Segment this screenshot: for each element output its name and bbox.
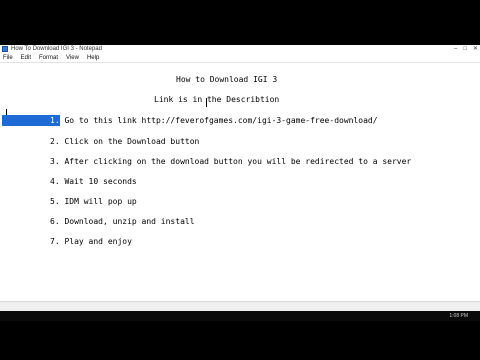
menu-bar: File Edit Format View Help: [0, 54, 480, 62]
taskbar: 1:08 PM: [0, 311, 480, 321]
window-title: How To Download IGI 3 - Notepad: [11, 46, 102, 52]
menu-format[interactable]: Format: [36, 54, 63, 62]
step-7: 7. Play and enjoy: [50, 237, 132, 247]
doc-subheading: Link is in the Describtion: [154, 95, 280, 104]
step-6: 6. Download, unzip and install: [50, 217, 195, 227]
step-2: 2. Click on the Download button: [50, 137, 199, 147]
step-5-number: 5.: [50, 197, 60, 206]
notepad-window: How To Download IGI 3 - Notepad – □ ✕ Fi…: [0, 45, 480, 311]
step-2-number: 2.: [50, 137, 60, 146]
step-1: 1. Go to this link http://feverofgames.c…: [50, 116, 378, 126]
menu-help[interactable]: Help: [84, 54, 104, 62]
step-7-number: 7.: [50, 237, 60, 246]
step-1-text: Go to this link http://feverofgames.com/…: [64, 116, 378, 125]
step-6-number: 6.: [50, 217, 60, 226]
title-bar[interactable]: How To Download IGI 3 - Notepad – □ ✕: [0, 45, 480, 54]
minimize-button[interactable]: –: [454, 45, 457, 54]
menu-view[interactable]: View: [63, 54, 84, 62]
doc-heading: How to Download IGI 3: [176, 75, 278, 84]
maximize-button[interactable]: □: [463, 45, 467, 54]
close-button[interactable]: ✕: [473, 45, 478, 54]
step-4: 4. Wait 10 seconds: [50, 177, 137, 187]
text-cursor-icon: [206, 98, 207, 107]
step-5-text: IDM will pop up: [64, 197, 137, 206]
taskbar-clock: 1:08 PM: [449, 313, 468, 319]
step-3-text: After clicking on the download button yo…: [64, 157, 412, 166]
step-6-text: Download, unzip and install: [64, 217, 195, 226]
step-2-text: Click on the Download button: [64, 137, 200, 146]
step-5: 5. IDM will pop up: [50, 197, 137, 207]
text-editor-area[interactable]: How to Download IGI 3 Link is in the Des…: [0, 62, 480, 303]
step-7-text: Play and enjoy: [64, 237, 132, 246]
notepad-icon: [2, 46, 8, 52]
status-bar: [0, 301, 480, 311]
step-4-number: 4.: [50, 177, 60, 186]
menu-file[interactable]: File: [0, 54, 18, 62]
step-3: 3. After clicking on the download button…: [50, 157, 411, 167]
step-1-number: 1.: [50, 116, 60, 125]
step-4-text: Wait 10 seconds: [64, 177, 137, 186]
step-3-number: 3.: [50, 157, 60, 166]
menu-edit[interactable]: Edit: [18, 54, 36, 62]
